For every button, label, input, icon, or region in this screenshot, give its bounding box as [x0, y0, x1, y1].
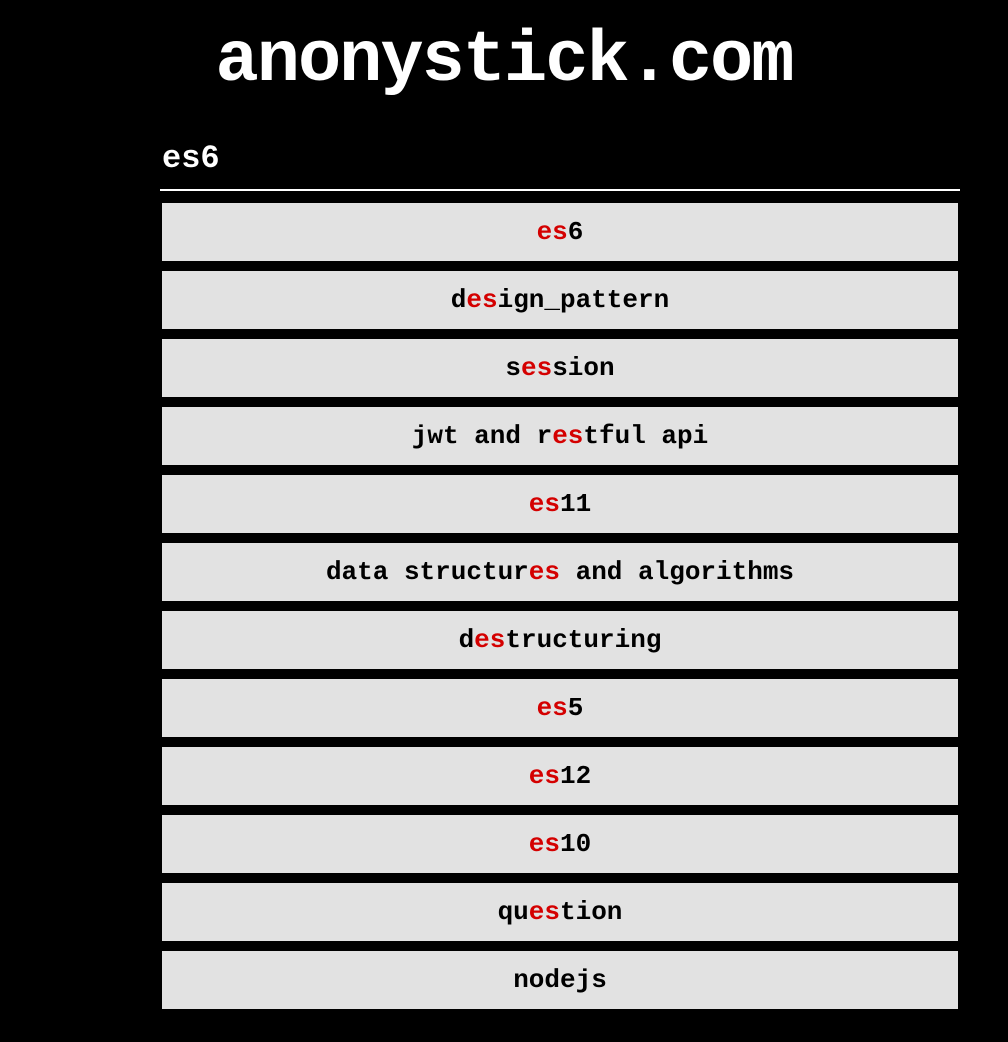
highlight-text: es	[529, 761, 560, 791]
result-item[interactable]: es11	[160, 473, 960, 535]
result-item[interactable]: es12	[160, 745, 960, 807]
highlight-text: es	[529, 557, 560, 587]
highlight-text: es	[537, 693, 568, 723]
highlight-text: es	[552, 421, 583, 451]
highlight-text: es	[521, 353, 552, 383]
result-item[interactable]: es6	[160, 201, 960, 263]
highlight-text: es	[466, 285, 497, 315]
highlight-text: es	[529, 829, 560, 859]
result-item[interactable]: destructuring	[160, 609, 960, 671]
result-item[interactable]: es10	[160, 813, 960, 875]
main-content: es6 es6design_patternsessionjwt and rest…	[160, 132, 960, 1011]
result-item[interactable]: design_pattern	[160, 269, 960, 331]
search-query-label[interactable]: es6	[160, 132, 960, 191]
result-item[interactable]: nodejs	[160, 949, 960, 1011]
result-item[interactable]: session	[160, 337, 960, 399]
result-item[interactable]: question	[160, 881, 960, 943]
result-item[interactable]: data structures and algorithms	[160, 541, 960, 603]
results-list: es6design_patternsessionjwt and restful …	[160, 201, 960, 1011]
highlight-text: es	[537, 217, 568, 247]
highlight-text: es	[529, 897, 560, 927]
site-title: anonystick.com	[0, 0, 1008, 132]
highlight-text: es	[529, 489, 560, 519]
result-item[interactable]: es5	[160, 677, 960, 739]
result-item[interactable]: jwt and restful api	[160, 405, 960, 467]
highlight-text: es	[474, 625, 505, 655]
